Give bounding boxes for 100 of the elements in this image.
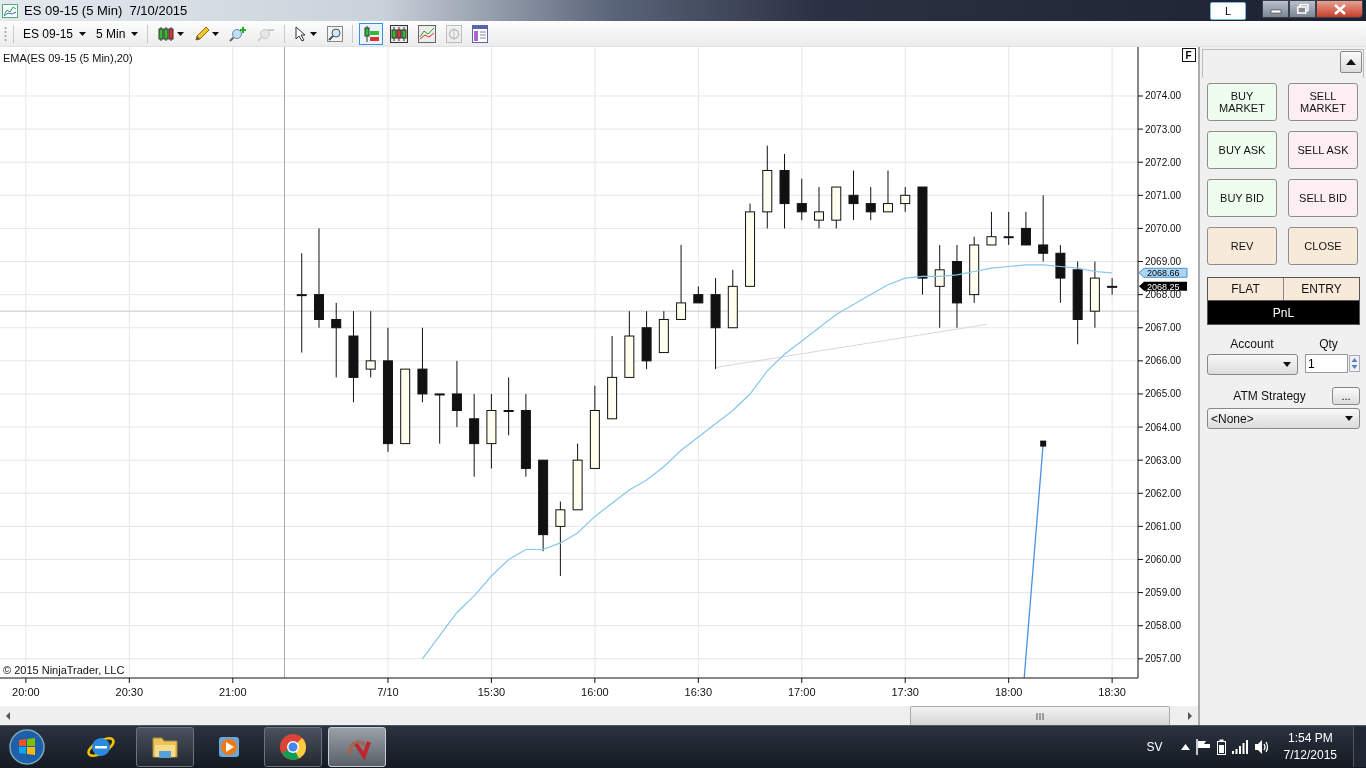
language-indicator[interactable]: SV <box>1146 740 1163 754</box>
caret-icon <box>212 31 220 36</box>
candlestick <box>848 170 859 221</box>
caret-icon <box>79 31 87 36</box>
time-axis-label: 7/10 <box>377 686 399 698</box>
price-axis-label: 2070.00 <box>1145 222 1182 234</box>
close-button[interactable] <box>1316 0 1363 18</box>
account-dropdown[interactable] <box>1207 354 1298 375</box>
price-axis-label: 2073.00 <box>1145 123 1182 135</box>
candlestick <box>900 186 911 213</box>
sell-order-button[interactable]: SELL MARKET <box>1288 83 1358 121</box>
candlestick <box>727 269 738 329</box>
position-action-button[interactable]: REV <box>1207 227 1277 265</box>
explorer-taskbar-button[interactable] <box>136 727 194 767</box>
time-axis-label: 16:30 <box>684 686 713 698</box>
caret-icon <box>310 31 318 36</box>
scroll-right-icon[interactable] <box>1186 711 1194 721</box>
close-icon <box>1332 3 1347 15</box>
candlestick <box>831 186 842 229</box>
instrument-dropdown[interactable]: ES 09-15 <box>20 26 90 41</box>
position-action-button[interactable]: CLOSE <box>1288 227 1358 265</box>
f-button[interactable]: F <box>1182 48 1196 62</box>
ray-drawing[interactable] <box>1023 440 1047 679</box>
candlestick <box>641 310 652 370</box>
signal-icon[interactable] <box>1231 740 1248 754</box>
candlestick <box>658 310 669 354</box>
atm-strategy-label: ATM Strategy <box>1232 389 1307 403</box>
chart-window-icon <box>2 3 18 18</box>
sell-order-button[interactable]: SELL ASK <box>1288 131 1358 169</box>
more-button[interactable]: ... <box>1332 387 1360 405</box>
time-axis-label: 18:30 <box>1098 686 1126 698</box>
candlestick <box>451 360 462 428</box>
candlestick <box>365 310 376 378</box>
ninjatrader-taskbar-button[interactable] <box>328 727 386 767</box>
account-label: Account <box>1229 337 1275 351</box>
candlestick <box>434 393 445 445</box>
chrome-taskbar-button[interactable] <box>264 727 322 767</box>
qty-label: Qty <box>1318 337 1339 351</box>
candlestick <box>986 211 997 246</box>
minimize-button[interactable] <box>1262 0 1289 18</box>
candlestick <box>883 170 893 213</box>
properties-icon <box>472 24 489 43</box>
flag-icon[interactable] <box>1195 739 1211 755</box>
candlestick <box>969 236 980 304</box>
interval-dropdown[interactable]: 5 Min <box>93 26 142 41</box>
show-hidden-icons-icon[interactable] <box>1180 744 1190 750</box>
buy-order-button[interactable]: BUY ASK <box>1207 131 1277 169</box>
window-title: ES 09-15 (5 Min) 7/10/2015 <box>24 3 188 18</box>
volume-icon[interactable] <box>1253 739 1270 755</box>
price-axis-label: 2066.00 <box>1145 355 1182 367</box>
clock-time[interactable]: 1:54 PM <box>1287 730 1333 747</box>
time-axis-label: 20:00 <box>12 686 40 698</box>
scroll-left-icon[interactable] <box>4 711 12 721</box>
start-button[interactable] <box>8 728 46 766</box>
candlestick <box>1107 277 1118 296</box>
candlestick <box>796 178 807 221</box>
sell-order-button[interactable]: SELL BID <box>1288 179 1358 217</box>
price-axis-label: 2062.00 <box>1145 487 1182 499</box>
price-axis-label: 2063.00 <box>1145 454 1182 466</box>
scrollbar-thumb[interactable] <box>910 706 1170 726</box>
time-axis-label: 16:00 <box>581 686 609 698</box>
atm-strategy-dropdown[interactable]: <None> <box>1207 408 1360 429</box>
price-axis-label: 2071.00 <box>1145 189 1182 201</box>
caret-icon <box>131 31 139 36</box>
battery-icon[interactable] <box>1216 739 1226 755</box>
up-arrow-icon <box>1346 59 1356 65</box>
candlestick <box>1089 261 1100 329</box>
restore-button[interactable] <box>1289 0 1316 18</box>
buy-order-button[interactable]: BUY BID <box>1207 179 1277 217</box>
candlestick <box>1003 211 1014 246</box>
price-axis-label: 2059.00 <box>1145 587 1182 599</box>
buy-order-button[interactable]: BUY MARKET <box>1207 83 1277 121</box>
candlestick <box>572 443 583 511</box>
candlestick <box>624 310 635 378</box>
link-button[interactable]: L <box>1210 1 1246 20</box>
price-axis-label: 2068.00 <box>1145 289 1182 301</box>
price-axis-label: 2067.00 <box>1145 322 1182 334</box>
indicator-label: EMA(ES 09-15 (5 Min),20) <box>3 52 133 64</box>
candlestick <box>503 376 514 436</box>
chart-trader-icon <box>362 24 381 43</box>
candlestick <box>1020 211 1031 246</box>
candlestick <box>1055 244 1066 304</box>
ema-price-marker: 2068.66 <box>1138 267 1188 278</box>
price-axis-label: 2069.00 <box>1145 256 1182 268</box>
candlestick <box>814 186 824 229</box>
copyright-text: © 2015 NinjaTrader, LLC <box>3 664 125 676</box>
qty-field[interactable]: 1 <box>1305 354 1348 373</box>
restore-icon <box>1296 4 1309 14</box>
spinner-icon[interactable] <box>1349 355 1360 372</box>
caret-icon <box>1283 362 1291 367</box>
chart-trader-tool-button[interactable] <box>359 22 384 45</box>
time-axis-label: 15:30 <box>477 686 506 698</box>
time-axis-label: 20:30 <box>115 686 144 698</box>
price-axis-label: 2061.00 <box>1145 520 1182 532</box>
candlestick <box>865 186 876 221</box>
clock-date[interactable]: 7/12/2015 <box>1283 747 1337 764</box>
collapse-button[interactable] <box>1340 51 1362 73</box>
browser-circle-icon <box>278 732 308 762</box>
caret-icon <box>177 31 185 36</box>
price-axis-label: 2072.00 <box>1145 156 1182 168</box>
